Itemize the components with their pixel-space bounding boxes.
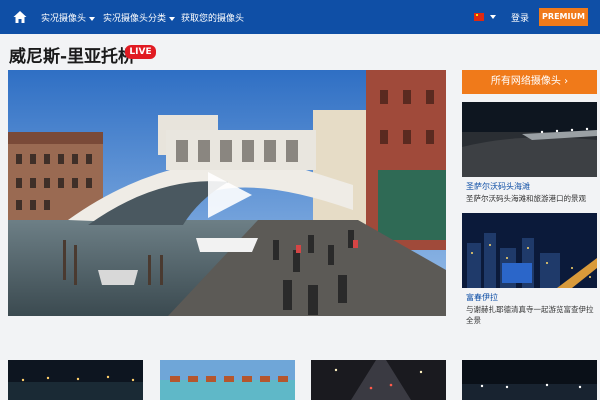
chevron-down-icon[interactable] <box>490 15 496 19</box>
home-icon[interactable] <box>12 9 28 25</box>
top-navbar: 实况摄像头 实况摄像头分类 获取您的摄像头 登录 PREMIUM <box>0 0 600 34</box>
chevron-down-icon <box>89 16 96 21</box>
sidebar-cam-thumbnail-1[interactable] <box>462 102 597 177</box>
live-badge: LIVE <box>125 45 156 59</box>
main-video-player[interactable] <box>8 70 446 316</box>
beach-huts-image <box>160 360 295 400</box>
all-webcams-button[interactable]: 所有网络摄像头 › <box>462 70 597 94</box>
china-flag-icon[interactable] <box>474 13 484 21</box>
night-street-image <box>311 360 446 400</box>
sidebar-cam-description: 与谢赫扎耶德清真寺一起游览富查伊拉全景 <box>466 305 594 325</box>
night-pier-image <box>462 102 597 177</box>
login-link[interactable]: 登录 <box>511 11 529 24</box>
night-harbor-image <box>8 360 143 400</box>
nav-item-live-cams[interactable]: 实况摄像头 <box>41 11 96 24</box>
sidebar-cam-thumbnail-2[interactable] <box>462 213 597 288</box>
night-city-image <box>462 213 597 288</box>
premium-button[interactable]: PREMIUM <box>539 8 588 26</box>
rialto-bridge-image <box>8 70 446 316</box>
sidebar-cam-description: 圣萨尔沃码头海滩和旅游港口的景观 <box>466 194 586 203</box>
bottom-cam-thumbnail-2[interactable] <box>160 360 295 400</box>
nav-item-get-your-cam[interactable]: 获取您的摄像头 <box>181 11 244 24</box>
sidebar-cam-title[interactable]: 圣萨尔沃码头海滩 <box>466 181 530 192</box>
chevron-down-icon <box>169 16 176 21</box>
sidebar-cam-title[interactable]: 富春伊拉 <box>466 292 498 303</box>
bottom-cam-thumbnail-3[interactable] <box>311 360 446 400</box>
night-waterfront-image <box>462 360 597 400</box>
nav-item-get-your-cam-label: 获取您的摄像头 <box>181 14 245 24</box>
page-title: 威尼斯-里亚托桥 <box>9 47 136 67</box>
bottom-cam-thumbnail-4[interactable] <box>462 360 597 400</box>
nav-item-live-cams-label: 实况摄像头 <box>41 14 87 24</box>
nav-item-cam-categories-label: 实况摄像头分类 <box>103 14 167 24</box>
bottom-cam-thumbnail-1[interactable] <box>8 360 143 400</box>
nav-item-cam-categories[interactable]: 实况摄像头分类 <box>103 11 176 24</box>
